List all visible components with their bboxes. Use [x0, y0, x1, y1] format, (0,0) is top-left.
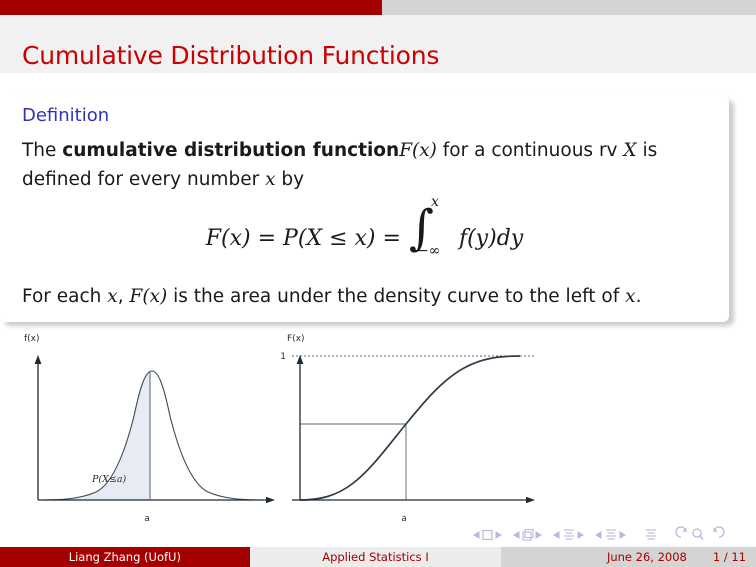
top-bar-red [0, 0, 382, 15]
density-curve-path [37, 370, 267, 501]
section-next-icon[interactable] [619, 531, 626, 539]
tail-symbol-x1: x [107, 286, 118, 307]
figures-svg: f(x) a P(X≤a) F(x) 1 a [24, 334, 536, 524]
density-x-tick-label: a [144, 514, 150, 524]
tail-end: . [635, 286, 642, 307]
footer: Liang Zhang (UofU) Applied Statistics I … [0, 547, 756, 567]
density-area-label: P(X≤a) [91, 474, 126, 485]
frame-icon[interactable] [522, 528, 534, 541]
subsection-icon[interactable] [564, 529, 574, 540]
definition-heading: Definition [22, 105, 110, 126]
definition-symbol-Fx: F(x) [399, 140, 437, 161]
definition-text-mid: for a continuous rv [436, 140, 624, 161]
cdf-y-axis-label: F(x) [287, 334, 305, 344]
cdf-y-tick-label: 1 [280, 352, 286, 362]
footer-author: Liang Zhang (UofU) [0, 547, 250, 567]
page-title: Cumulative Distribution Functions [22, 41, 440, 70]
figures-row: f(x) a P(X≤a) F(x) 1 a [0, 330, 756, 525]
definition-text-pre: The [22, 140, 63, 161]
definition-box: Definition The cumulative distribution f… [0, 96, 729, 322]
section-icon[interactable] [606, 529, 616, 540]
slide-icon[interactable] [482, 529, 493, 541]
tail-symbol-Fx: F(x) [129, 286, 168, 307]
slide-prev-icon[interactable] [473, 531, 480, 539]
footer-date: June 26, 2008 [606, 550, 687, 564]
density-x-axis-arrow-icon [266, 496, 275, 504]
frame-next-icon[interactable] [535, 531, 542, 539]
formula-lhs: F(x) = P(X ≤ x) = [205, 225, 401, 251]
cdf-x-axis-arrow-icon [526, 496, 535, 504]
cdf-curve-figure: F(x) 1 a [280, 334, 536, 524]
cdf-x-tick-label: a [401, 514, 407, 524]
frame-prev-icon[interactable] [513, 531, 520, 539]
title-band: Cumulative Distribution Functions [0, 15, 756, 73]
doc-icon[interactable] [646, 529, 656, 540]
cdf-formula-line: F(x) = P(X ≤ x) = ∫ x −∞ f(y)dy [205, 194, 524, 268]
cdf-formula: F(x) = P(X ≤ x) = ∫ x −∞ f(y)dy [0, 194, 729, 268]
formula-integrand: f(y)dy [458, 225, 524, 251]
footer-page-number: 1 / 11 [712, 550, 746, 564]
integral-lower-limit: −∞ [416, 243, 441, 259]
footer-right: June 26, 2008 1 / 11 [501, 547, 756, 567]
tail-post: is the area under the density curve to t… [167, 286, 626, 307]
navigation-symbols-svg[interactable] [470, 526, 750, 544]
integral-group: ∫ x −∞ [401, 194, 459, 268]
subsection-prev-icon[interactable] [553, 531, 560, 539]
subsection-next-icon[interactable] [577, 531, 584, 539]
definition-text-end: by [275, 169, 305, 190]
cdf-curve-path [299, 355, 521, 501]
density-y-axis-label: f(x) [24, 334, 40, 344]
density-curve-figure: f(x) a P(X≤a) [24, 334, 275, 524]
slide-next-icon[interactable] [495, 531, 502, 539]
forward-icon[interactable] [713, 526, 725, 538]
integral-upper-limit: x [430, 194, 439, 210]
definition-tail-text: For each x, F(x) is the area under the d… [22, 286, 641, 307]
back-icon[interactable] [675, 526, 687, 538]
tail-mid: , [117, 286, 130, 307]
definition-symbol-x: x [265, 169, 276, 190]
footer-course: Applied Statistics I [249, 547, 502, 567]
tail-pre: For each [22, 286, 108, 307]
top-bar-gray [0, 0, 756, 15]
search-icon[interactable] [692, 528, 704, 540]
definition-text: The cumulative distribution functionF(x)… [22, 136, 712, 194]
definition-term: cumulative distribution function [62, 140, 400, 161]
navigation-symbols[interactable] [470, 526, 750, 544]
tail-symbol-x2: x [625, 286, 636, 307]
section-prev-icon[interactable] [595, 531, 602, 539]
definition-symbol-X: X [623, 140, 637, 161]
density-y-axis-arrow-icon [34, 355, 42, 364]
